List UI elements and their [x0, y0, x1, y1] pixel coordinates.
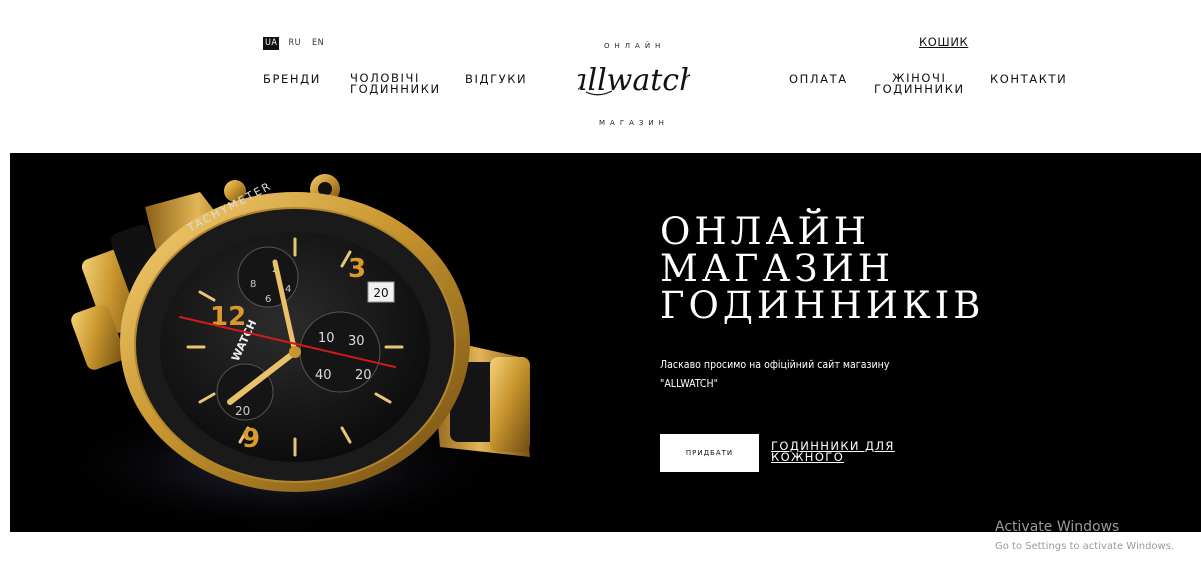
activate-windows-title: Activate Windows [995, 519, 1120, 535]
hero-title: ОНЛАЙН МАГАЗИН ГОДИННИКІВ [660, 210, 985, 327]
cart-link[interactable]: КОШИК [919, 35, 968, 49]
nav-contacts[interactable]: КОНТАКТИ [990, 73, 1067, 85]
activate-windows-subtitle: Go to Settings to activate Windows. [995, 541, 1175, 552]
buy-button[interactable]: ПРИДБАТИ [660, 434, 759, 472]
svg-text:6: 6 [265, 294, 271, 305]
svg-text:8: 8 [250, 279, 256, 290]
nav-womens-watches[interactable]: ЖІНОЧІ ГОДИННИКИ [874, 72, 965, 95]
lang-ua[interactable]: UA [263, 37, 280, 50]
svg-text:4: 4 [285, 284, 291, 295]
logo-bottom-text: МАГАЗИН [599, 119, 669, 127]
nav-reviews[interactable]: ВІДГУКИ [465, 73, 527, 85]
svg-text:40: 40 [315, 368, 332, 383]
dial-numeral-3: 3 [348, 254, 366, 284]
nav-payment[interactable]: ОПЛАТА [789, 73, 848, 85]
lang-en[interactable]: EN [310, 37, 326, 50]
svg-text:30: 30 [348, 334, 365, 349]
watch-image: TACHYMETER 12 3 9 20 2 4 6 8 [50, 174, 530, 532]
svg-text:10: 10 [318, 331, 335, 346]
lang-ru[interactable]: RU [286, 37, 303, 50]
nav-mens-watches[interactable]: ЧОЛОВІЧІ ГОДИННИКИ [350, 72, 441, 95]
nav-brands[interactable]: БРЕНДИ [263, 73, 321, 85]
hero-banner: TACHYMETER 12 3 9 20 2 4 6 8 [10, 153, 1201, 532]
date-window: 20 [373, 286, 388, 300]
svg-text:20: 20 [235, 404, 250, 418]
site-logo[interactable]: allwatch [570, 58, 699, 102]
logo-script: allwatch [570, 63, 699, 98]
watches-for-everyone-link[interactable]: ГОДИННИКИ ДЛЯ КОЖНОГО [771, 440, 901, 463]
language-switcher: UA RU EN [263, 37, 326, 50]
logo-name: allwatch [578, 63, 690, 98]
logo-top-text: ОНЛАЙН [604, 42, 666, 50]
svg-text:20: 20 [355, 368, 372, 383]
hero-subtitle: Ласкаво просимо на офіційний сайт магази… [660, 359, 890, 390]
dial-numeral-9: 9 [242, 424, 260, 454]
